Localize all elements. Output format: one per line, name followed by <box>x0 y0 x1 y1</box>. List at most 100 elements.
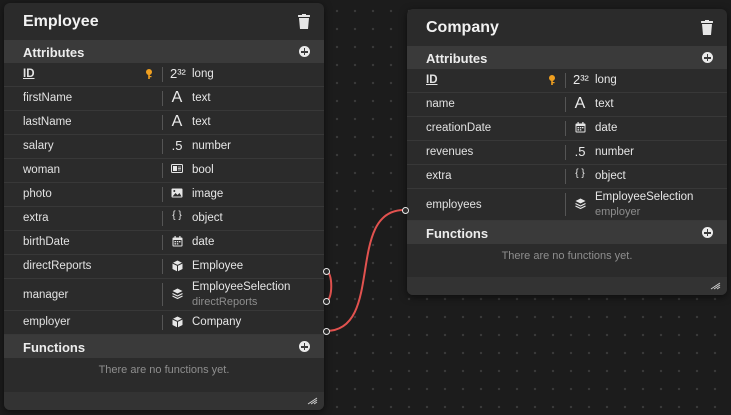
cube-icon <box>170 316 184 331</box>
attribute-row-ID[interactable]: ID 2³² long <box>407 69 727 93</box>
column-divider <box>162 315 163 330</box>
column-divider <box>162 211 163 226</box>
add-function-button[interactable] <box>299 341 310 352</box>
link-port[interactable] <box>402 207 409 214</box>
company-entity-card[interactable]: Company Attributes ID 2³² long name Atext cre… <box>407 9 727 295</box>
attribute-row-birthDate[interactable]: birthDate date <box>4 231 324 255</box>
attribute-row-name[interactable]: name Atext <box>407 93 727 117</box>
column-divider <box>162 91 163 106</box>
attribute-name: creationDate <box>426 122 492 134</box>
column-divider <box>162 115 163 130</box>
empty-functions-message: There are no functions yet. <box>98 364 230 376</box>
type-glyph-icon: 2³² <box>573 72 589 87</box>
type-glyph-icon: { } <box>172 210 182 221</box>
attribute-type: bool <box>192 164 214 176</box>
type-glyph-icon: .5 <box>574 144 586 159</box>
attribute-type: Company <box>192 316 242 328</box>
attribute-row-employer[interactable]: employer Company <box>4 311 324 335</box>
key-icon <box>549 75 555 85</box>
attribute-type: image <box>192 188 224 200</box>
attribute-row-employees[interactable]: employees EmployeeSelection employer <box>407 189 727 221</box>
card-header: Employee <box>4 3 324 40</box>
attribute-row-manager[interactable]: manager EmployeeSelection directReports <box>4 279 324 311</box>
type-glyph-icon: { } <box>575 168 585 179</box>
attribute-name: name <box>426 98 455 110</box>
column-divider <box>162 283 163 306</box>
attribute-type: number <box>595 146 634 158</box>
attribute-name: birthDate <box>23 236 70 248</box>
attribute-type: long <box>595 74 617 86</box>
attribute-name: photo <box>23 188 52 200</box>
attribute-row-firstName[interactable]: firstName Atext <box>4 87 324 111</box>
attribute-row-directReports[interactable]: directReports Employee <box>4 255 324 279</box>
functions-section-header: Functions <box>407 221 727 244</box>
attribute-row-lastName[interactable]: lastName Atext <box>4 111 324 135</box>
column-divider <box>162 235 163 250</box>
trash-icon[interactable] <box>298 14 310 29</box>
attributes-section-header: Attributes <box>4 40 324 63</box>
column-divider <box>162 163 163 178</box>
cube-icon <box>170 260 184 275</box>
link-port[interactable] <box>323 328 330 335</box>
card-footer <box>4 392 324 410</box>
column-divider <box>565 169 566 184</box>
calendar-icon <box>573 122 587 136</box>
attribute-name: directReports <box>23 260 92 272</box>
type-glyph-icon: A <box>574 95 586 112</box>
link-directReports-manager[interactable] <box>325 270 333 302</box>
layers-icon <box>170 288 184 303</box>
trash-icon[interactable] <box>701 20 713 35</box>
column-divider <box>565 145 566 160</box>
attribute-type: date <box>595 122 618 134</box>
type-glyph-icon: A <box>171 89 183 106</box>
functions-section-header: Functions <box>4 335 324 358</box>
column-divider <box>565 121 566 136</box>
type-glyph-icon: A <box>171 113 183 130</box>
column-divider <box>565 97 566 112</box>
attribute-name: firstName <box>23 92 73 104</box>
attribute-type: Employee <box>192 260 244 272</box>
attribute-row-woman[interactable]: woman bool <box>4 159 324 183</box>
link-employer-employees[interactable] <box>325 209 405 332</box>
entity-title: Employee <box>23 13 99 30</box>
attribute-name: ID <box>426 74 438 86</box>
resize-handle-icon[interactable] <box>710 282 721 290</box>
add-attribute-button[interactable] <box>702 52 713 63</box>
attribute-row-photo[interactable]: photo image <box>4 183 324 207</box>
column-divider <box>162 259 163 274</box>
add-attribute-button[interactable] <box>299 46 310 57</box>
attribute-list: ID 2³² long name Atext creationDate date revenu… <box>407 69 727 221</box>
attributes-section-header: Attributes <box>407 46 727 69</box>
attribute-type: text <box>192 116 211 128</box>
attribute-name: salary <box>23 140 54 152</box>
functions-label: Functions <box>23 340 86 355</box>
link-port[interactable] <box>323 268 330 275</box>
attribute-row-revenues[interactable]: revenues .5 number <box>407 141 727 165</box>
attribute-reverse-relation: directReports <box>192 296 258 308</box>
attribute-row-salary[interactable]: salary .5 number <box>4 135 324 159</box>
attribute-type: EmployeeSelection <box>192 281 291 293</box>
calendar-icon <box>170 236 184 250</box>
attribute-row-extra[interactable]: extra { } object <box>407 165 727 189</box>
attribute-type: text <box>595 98 614 110</box>
column-divider <box>162 67 163 82</box>
card-header: Company <box>407 9 727 46</box>
resize-handle-icon[interactable] <box>307 397 318 405</box>
attribute-type: long <box>192 68 214 80</box>
attributes-label: Attributes <box>426 51 488 66</box>
attribute-name: employees <box>426 199 482 211</box>
type-glyph-icon: 2³² <box>170 66 186 81</box>
key-icon <box>146 69 152 79</box>
layers-icon <box>573 198 587 213</box>
attribute-name: lastName <box>23 116 72 128</box>
link-port[interactable] <box>323 298 330 305</box>
employee-entity-card[interactable]: Employee Attributes ID 2³² long firstName At… <box>4 3 324 410</box>
attribute-row-extra[interactable]: extra { } object <box>4 207 324 231</box>
column-divider <box>565 73 566 88</box>
attribute-type: EmployeeSelection <box>595 191 694 203</box>
attribute-row-creationDate[interactable]: creationDate date <box>407 117 727 141</box>
add-function-button[interactable] <box>702 227 713 238</box>
functions-label: Functions <box>426 226 489 241</box>
attribute-row-ID[interactable]: ID 2³² long <box>4 63 324 87</box>
attribute-list: ID 2³² long firstName Atext lastName Atext sala… <box>4 63 324 335</box>
